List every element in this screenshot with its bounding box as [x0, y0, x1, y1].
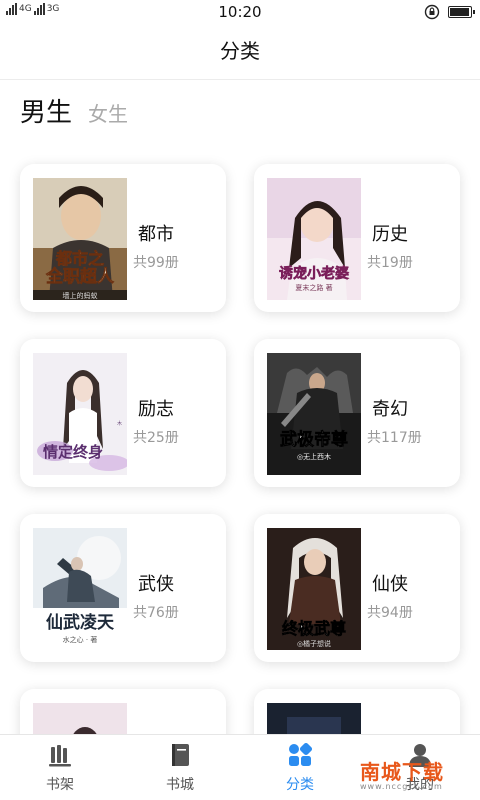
category-count: 共19册: [367, 255, 413, 271]
tab-male[interactable]: 男生: [20, 92, 72, 129]
nav-item-bookstore[interactable]: 书城: [120, 735, 240, 800]
category-name: 仙侠: [372, 574, 408, 595]
book-icon: [172, 744, 189, 766]
page-title: 分类: [220, 39, 260, 63]
svg-text:墙上的蚂蚁: 墙上的蚂蚁: [63, 291, 98, 300]
svg-text:诱宠小老婆: 诱宠小老婆: [279, 265, 349, 282]
svg-text:终极武尊: 终极武尊: [282, 619, 346, 638]
svg-text:仙武凌天: 仙武凌天: [46, 612, 115, 633]
book-cover: 武极帝尊 ◎无上西木: [267, 353, 361, 475]
gender-tabs: 男生 女生: [20, 92, 128, 129]
svg-text:夏末之路 著: 夏末之路 著: [295, 283, 332, 292]
category-count: 共94册: [367, 605, 413, 621]
category-card-wuxia[interactable]: 仙武凌天 水之心 · 著 武侠 共76册: [20, 514, 226, 662]
nav-item-category[interactable]: 分类: [240, 735, 360, 800]
battery-icon: [448, 6, 475, 18]
category-count: 共117册: [367, 430, 422, 446]
book-cover: 终极武尊 ◎橘子想说: [267, 528, 361, 650]
status-bar: 4G 3G 10:20: [0, 0, 480, 24]
watermark-url: www.nccgcc.com: [360, 782, 443, 791]
category-card-dushi[interactable]: 都市之 全职超人 墙上的蚂蚁 都市 共99册: [20, 164, 226, 312]
title-bar: 分类: [0, 24, 480, 80]
svg-text:都市之: 都市之: [55, 249, 104, 268]
tab-female[interactable]: 女生: [88, 98, 128, 127]
book-cover: 诱宠小老婆 夏末之路 著: [267, 178, 361, 300]
watermark-logo: 南城下载 www.nccgcc.com: [360, 762, 470, 798]
book-cover: 仙武凌天 水之心 · 著: [33, 528, 127, 650]
nav-label: 分类: [286, 777, 314, 793]
category-name: 励志: [138, 399, 174, 420]
category-name: 武侠: [138, 574, 174, 595]
svg-text:◎橘子想说: ◎橘子想说: [297, 639, 331, 648]
nav-label: 书城: [166, 777, 194, 793]
nav-label: 书架: [46, 777, 74, 793]
bookshelf-icon: [49, 745, 71, 767]
svg-text:水之心 · 著: 水之心 · 著: [63, 635, 98, 644]
svg-text:全职超人: 全职超人: [45, 266, 115, 287]
svg-text:◎无上西木: ◎无上西木: [297, 452, 331, 461]
book-cover: 都市之 全职超人 墙上的蚂蚁: [33, 178, 127, 300]
svg-text:武极帝尊: 武极帝尊: [280, 429, 348, 450]
category-card-qihuan[interactable]: 武极帝尊 ◎无上西木 奇幻 共117册: [254, 339, 460, 487]
watermark-text: 南城下载: [360, 760, 444, 784]
category-name: 历史: [372, 224, 408, 245]
category-name: 都市: [138, 224, 174, 245]
book-cover: 情定终身 木: [33, 353, 127, 475]
category-card-lizhi[interactable]: 情定终身 木 励志 共25册: [20, 339, 226, 487]
category-card-xianxia[interactable]: 终极武尊 ◎橘子想说 仙侠 共94册: [254, 514, 460, 662]
category-icon: [289, 742, 313, 766]
category-count: 共76册: [133, 605, 179, 621]
nav-item-bookshelf[interactable]: 书架: [0, 735, 120, 800]
category-card-lishi[interactable]: 诱宠小老婆 夏末之路 著 历史 共19册: [254, 164, 460, 312]
rotation-lock-icon: [424, 4, 440, 20]
category-count: 共25册: [133, 430, 179, 446]
category-name: 奇幻: [372, 399, 408, 420]
svg-text:情定终身: 情定终身: [43, 443, 103, 461]
category-count: 共99册: [133, 255, 179, 271]
status-time: 10:20: [218, 3, 262, 21]
